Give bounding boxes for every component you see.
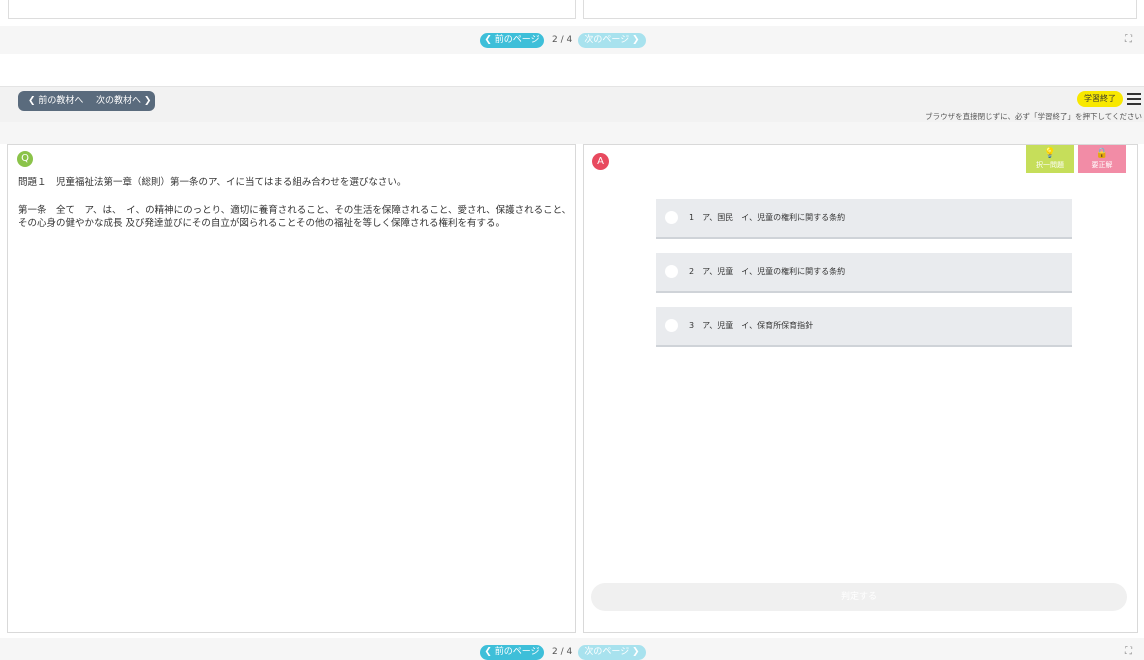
radio-icon[interactable] bbox=[665, 211, 678, 224]
question-body: 第一条 全て ア、は、 イ、の精神にのっとり、適切に養育されること、その生活を保… bbox=[18, 205, 572, 229]
fullscreen-icon[interactable]: ⛶ bbox=[1125, 34, 1132, 45]
choice-1[interactable]: 1 ア、国民 イ、児童の権利に関する条約 bbox=[656, 199, 1072, 239]
next-page-button[interactable]: 次のページ ❯ bbox=[578, 33, 646, 48]
fullscreen-icon[interactable]: ⛶ bbox=[1125, 646, 1132, 657]
choice-2[interactable]: 2 ア、児童 イ、児童の権利に関する条約 bbox=[656, 253, 1072, 293]
show-answer-label: 要正解 bbox=[1091, 161, 1113, 169]
menu-icon[interactable] bbox=[1127, 93, 1141, 105]
finish-study-button[interactable]: 学習終了 bbox=[1077, 91, 1123, 107]
radio-icon[interactable] bbox=[665, 265, 678, 278]
choice-3[interactable]: 3 ア、児童 イ、保育所保育指針 bbox=[656, 307, 1072, 347]
prev-page-button[interactable]: ❮ 前のページ bbox=[480, 645, 544, 660]
prev-material-button[interactable]: ❮ 前の教材へ bbox=[28, 91, 83, 111]
question-badge: Q bbox=[17, 151, 33, 167]
lock-icon: 🔒 bbox=[1095, 148, 1109, 159]
next-page-button[interactable]: 次のページ ❯ bbox=[578, 645, 646, 660]
page-indicator: 2 / 4 bbox=[552, 35, 573, 45]
show-answer-button[interactable]: 🔒 要正解 bbox=[1078, 145, 1126, 173]
judge-button[interactable]: 判定する bbox=[591, 583, 1127, 611]
choice-label: 2 ア、児童 イ、児童の権利に関する条約 bbox=[689, 267, 846, 276]
close-notice: ブラウザを直接閉じずに、必ず「学習終了」を押下してください bbox=[925, 112, 1142, 121]
prev-page-button[interactable]: ❮ 前のページ bbox=[480, 33, 544, 48]
previous-question-panel bbox=[8, 0, 576, 19]
top-pager-bar: ❮ 前のページ 2 / 4 次のページ ❯ ⛶ bbox=[0, 26, 1144, 54]
hint-button[interactable]: 💡 択一問題 bbox=[1026, 145, 1074, 173]
page-indicator: 2 / 4 bbox=[552, 647, 573, 657]
hint-label: 択一問題 bbox=[1036, 161, 1064, 169]
radio-icon[interactable] bbox=[665, 319, 678, 332]
choice-label: 3 ア、児童 イ、保育所保育指針 bbox=[689, 321, 814, 330]
sub-bar bbox=[0, 122, 1144, 144]
next-material-button[interactable]: 次の教材へ ❯ bbox=[96, 91, 151, 111]
answer-badge: A bbox=[592, 153, 609, 170]
material-nav: ❮ 前の教材へ 次の教材へ ❯ bbox=[18, 91, 155, 111]
lightbulb-icon: 💡 bbox=[1043, 148, 1057, 159]
question-title: 問題１ 児童福祉法第一章（総則）第一条のア、イに当てはまる組み合わせを選びなさい… bbox=[18, 177, 407, 188]
choice-label: 1 ア、国民 イ、児童の権利に関する条約 bbox=[689, 213, 846, 222]
bottom-pager-bar: ❮ 前のページ 2 / 4 次のページ ❯ ⛶ bbox=[0, 638, 1144, 660]
previous-answer-panel bbox=[583, 0, 1137, 19]
